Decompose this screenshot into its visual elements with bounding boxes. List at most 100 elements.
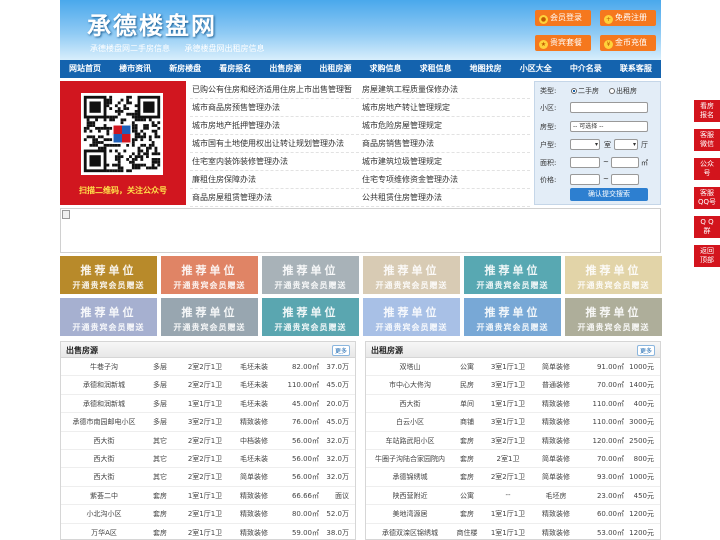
area-max-input[interactable] (611, 157, 639, 168)
slogan-rent[interactable]: 承德楼盘网出租房信息 (185, 44, 265, 53)
table-row[interactable]: 西大街 其它 2室2厅1卫 中档装修 56.00㎡ 32.0万 (61, 432, 355, 450)
side-qq-service-button[interactable]: 客服 QQ号 (694, 187, 720, 209)
community-input[interactable] (570, 102, 648, 113)
table-row[interactable]: 小北沟小区 套房 2室1厅1卫 精致装修 80.00㎡ 52.0万 (61, 505, 355, 524)
policy-link[interactable]: 已购公有住房和经济适用住房上市出售管理暂 (192, 84, 352, 95)
cell-community[interactable]: 承德双滦区锦绣城 (366, 528, 454, 538)
type-secondhand-radio[interactable]: 二手房 (571, 86, 599, 96)
cell-community[interactable]: 承德和润新城 (63, 399, 145, 409)
cell-community[interactable]: 西大街 (63, 436, 145, 446)
nav-item-agents[interactable]: 中介名录 (561, 60, 611, 78)
sale-more-link[interactable]: 更多 (331, 345, 350, 356)
policy-link[interactable]: 城市国有土地使用权出让转让规划管理办法 (192, 138, 344, 149)
table-row[interactable]: 西大街 其它 2室2厅1卫 简单装修 56.00㎡ 32.0万 (61, 468, 355, 487)
table-row[interactable]: 双塔山 公寓 3室1厅1卫 简单装修 91.00㎡ 1000元 (366, 358, 660, 377)
recommended-unit-tile[interactable]: 推荐单位 开通贵宾会员赠送 (464, 298, 561, 336)
coin-recharge-button[interactable]: ¥ 金币充值 (600, 35, 656, 51)
recommended-unit-tile[interactable]: 推荐单位 开通贵宾会员赠送 (60, 256, 157, 294)
side-viewing-signup-button[interactable]: 看房 报名 (694, 100, 720, 122)
nav-item-for-rent[interactable]: 出租房源 (310, 60, 360, 78)
policy-link[interactable]: 廉租住房保障办法 (192, 174, 256, 185)
recommended-unit-tile[interactable]: 推荐单位 开通贵宾会员赠送 (565, 298, 662, 336)
cell-community[interactable]: 万华A区 (63, 528, 145, 538)
register-button[interactable]: + 免费注册 (600, 10, 656, 26)
cell-community[interactable]: 承德市南园邮电小区 (63, 417, 145, 427)
recommended-unit-tile[interactable]: 推荐单位 开通贵宾会员赠送 (464, 256, 561, 294)
table-row[interactable]: 美地湾源居 套房 1室1厅1卫 精致装修 60.00㎡ 1200元 (366, 505, 660, 524)
policy-link[interactable]: 城市建筑垃圾管理规定 (362, 156, 442, 167)
table-row[interactable]: 西大街 单间 1室1厅1卫 精致装修 110.00㎡ 400元 (366, 395, 660, 414)
cell-community[interactable]: 陕西营附近 (366, 491, 454, 501)
cell-community[interactable]: 西大街 (366, 399, 454, 409)
cell-community[interactable]: 西大街 (63, 472, 145, 482)
table-row[interactable]: 承德锦绣城 套房 2室2厅1卫 简单装修 93.00㎡ 1000元 (366, 468, 660, 487)
policy-link[interactable]: 商品房屋租赁管理办法 (192, 192, 272, 203)
vip-package-button[interactable]: ★ 贵宾套餐 (535, 35, 591, 51)
nav-item-home[interactable]: 网站首页 (60, 60, 110, 78)
policy-link[interactable]: 城市房地产转让管理规定 (362, 102, 450, 113)
nav-item-news[interactable]: 楼市资讯 (110, 60, 160, 78)
policy-link[interactable]: 城市危险房屋管理规定 (362, 120, 442, 131)
hall-select[interactable]: ▾ (614, 139, 638, 150)
side-official-account-button[interactable]: 公众号 (694, 158, 720, 180)
cell-community[interactable]: 承德锦绣城 (366, 472, 454, 482)
recommended-unit-tile[interactable]: 推荐单位 开通贵宾会员赠送 (262, 256, 359, 294)
nav-item-wanted-rent[interactable]: 求租信息 (411, 60, 461, 78)
table-row[interactable]: 牛圈子沟陆合家园院内 套房 2室1卫 简单装修 70.00㎡ 800元 (366, 450, 660, 469)
site-logo[interactable]: 承德楼盘网 (87, 6, 217, 41)
cell-community[interactable]: 紫荟二中 (63, 491, 145, 501)
table-row[interactable]: 承德和润新城 多层 2室2厅1卫 毛坯未装 110.00㎡ 45.0万 (61, 376, 355, 395)
nav-item-contact[interactable]: 联系客服 (611, 60, 661, 78)
table-row[interactable]: 市中心大佟沟 民房 3室1厅1卫 普通装修 70.00㎡ 1400元 (366, 376, 660, 395)
cell-community[interactable]: 牛巷子沟 (63, 362, 145, 372)
cell-community[interactable]: 市中心大佟沟 (366, 380, 454, 390)
table-row[interactable]: 西大街 其它 2室2厅1卫 毛坯未装 56.00㎡ 32.0万 (61, 450, 355, 469)
table-row[interactable]: 白云小区 商铺 3室1厅1卫 精致装修 110.00㎡ 3000元 (366, 413, 660, 432)
table-row[interactable]: 陕西营附近 公寓 -- 毛坯房 23.00㎡ 450元 (366, 487, 660, 506)
slogan-sale[interactable]: 承德楼盘网二手房信息 (90, 44, 170, 53)
housetype-select[interactable]: -- 可选择 -- (570, 121, 648, 132)
recommended-unit-tile[interactable]: 推荐单位 开通贵宾会员赠送 (363, 298, 460, 336)
policy-link[interactable]: 公共租赁住房管理办法 (362, 192, 442, 203)
banner-image[interactable] (60, 208, 661, 253)
cell-community[interactable]: 西大街 (63, 454, 145, 464)
price-min-input[interactable] (570, 174, 600, 185)
price-max-input[interactable] (611, 174, 639, 185)
cell-community[interactable]: 承德和润新城 (63, 380, 145, 390)
search-submit-button[interactable]: 确认提交搜索 (570, 188, 648, 201)
policy-link[interactable]: 房屋建筑工程质量保修办法 (362, 84, 458, 95)
table-row[interactable]: 车站路武阳小区 套房 3室2厅1卫 精致装修 120.00㎡ 2500元 (366, 432, 660, 450)
nav-item-communities[interactable]: 小区大全 (511, 60, 561, 78)
cell-community[interactable]: 双塔山 (366, 362, 454, 372)
cell-community[interactable]: 牛圈子沟陆合家园院内 (366, 454, 454, 464)
cell-community[interactable]: 小北沟小区 (63, 509, 145, 519)
nav-item-wanted-buy[interactable]: 求购信息 (360, 60, 410, 78)
cell-community[interactable]: 白云小区 (366, 417, 454, 427)
room-select[interactable]: ▾ (570, 139, 600, 150)
policy-link[interactable]: 城市房地产抵押管理办法 (192, 120, 280, 131)
side-wechat-service-button[interactable]: 客服 微信 (694, 129, 720, 151)
table-row[interactable]: 承德市南园邮电小区 多层 3室2厅1卫 精致装修 76.00㎡ 45.0万 (61, 413, 355, 432)
cell-community[interactable]: 车站路武阳小区 (366, 436, 454, 446)
nav-item-for-sale[interactable]: 出售房源 (260, 60, 310, 78)
recommended-unit-tile[interactable]: 推荐单位 开通贵宾会员赠送 (161, 256, 258, 294)
policy-link[interactable]: 商品房销售管理办法 (362, 138, 434, 149)
table-row[interactable]: 牛巷子沟 多层 2室2厅1卫 毛坯未装 82.00㎡ 37.0万 (61, 358, 355, 377)
table-row[interactable]: 承德和润新城 多层 1室1厅1卫 毛坯未装 45.00㎡ 20.0万 (61, 395, 355, 414)
recommended-unit-tile[interactable]: 推荐单位 开通贵宾会员赠送 (60, 298, 157, 336)
type-rent-radio[interactable]: 出租房 (609, 86, 637, 96)
side-qq-group-button[interactable]: Q Q群 (694, 216, 720, 238)
login-button[interactable]: ● 会员登录 (535, 10, 591, 26)
nav-item-new-homes[interactable]: 新房楼盘 (160, 60, 210, 78)
nav-item-viewing-signup[interactable]: 看房报名 (210, 60, 260, 78)
table-row[interactable]: 万华A区 套房 2室1厅1卫 精致装修 59.00㎡ 38.0万 (61, 524, 355, 539)
policy-link[interactable]: 城市商品房预售管理办法 (192, 102, 280, 113)
nav-item-map-search[interactable]: 地图找房 (461, 60, 511, 78)
recommended-unit-tile[interactable]: 推荐单位 开通贵宾会员赠送 (565, 256, 662, 294)
recommended-unit-tile[interactable]: 推荐单位 开通贵宾会员赠送 (262, 298, 359, 336)
rent-more-link[interactable]: 更多 (636, 345, 655, 356)
recommended-unit-tile[interactable]: 推荐单位 开通贵宾会员赠送 (161, 298, 258, 336)
table-row[interactable]: 紫荟二中 套房 1室1厅1卫 精致装修 66.66㎡ 面议 (61, 487, 355, 506)
area-min-input[interactable] (570, 157, 600, 168)
side-back-to-top-button[interactable]: 返回 顶部 (694, 245, 720, 267)
